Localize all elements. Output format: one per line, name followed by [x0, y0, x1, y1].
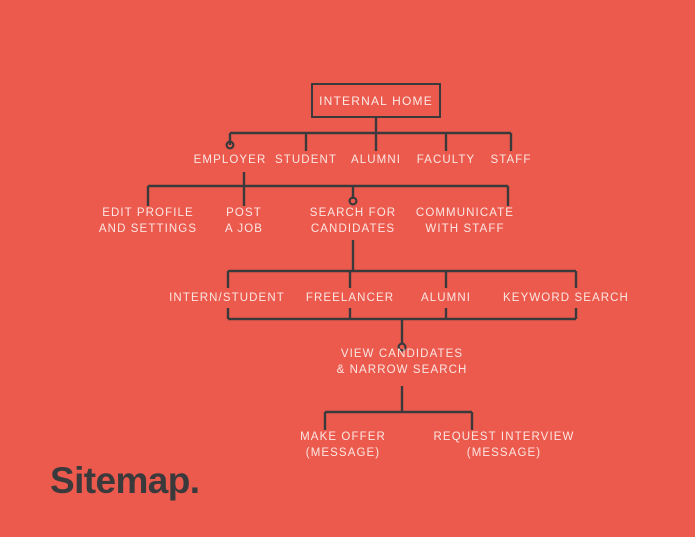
node-internal-home-label: INTERNAL HOME	[319, 93, 433, 108]
node-employer[interactable]: EMPLOYER	[194, 153, 267, 168]
node-intern-student[interactable]: INTERN/STUDENT	[169, 291, 285, 306]
page-title: Sitemap.	[50, 460, 200, 501]
marker-circle-search-candidates	[348, 196, 358, 206]
marker-circle-employer	[225, 140, 235, 150]
node-edit-profile-and-settings[interactable]: EDIT PROFILE AND SETTINGS	[99, 206, 197, 237]
node-freelancer[interactable]: FREELANCER	[306, 291, 394, 306]
sitemap-canvas: INTERNAL HOME EMPLOYER STUDENT ALUMNI FA…	[0, 0, 695, 537]
node-student[interactable]: STUDENT	[275, 153, 337, 168]
node-search-for-candidates[interactable]: SEARCH FOR CANDIDATES	[310, 206, 396, 237]
node-request-interview[interactable]: REQUEST INTERVIEW (MESSAGE)	[434, 430, 575, 461]
node-staff[interactable]: STAFF	[490, 153, 531, 168]
node-make-offer[interactable]: MAKE OFFER (MESSAGE)	[300, 430, 386, 461]
node-view-candidates-and-narrow-search[interactable]: VIEW CANDIDATES & NARROW SEARCH	[337, 347, 468, 378]
node-faculty[interactable]: FACULTY	[417, 153, 476, 168]
node-alumni[interactable]: ALUMNI	[351, 153, 401, 168]
node-internal-home[interactable]: INTERNAL HOME	[311, 83, 441, 118]
node-post-a-job[interactable]: POST A JOB	[225, 206, 263, 237]
node-communicate-with-staff[interactable]: COMMUNICATE WITH STAFF	[416, 206, 514, 237]
node-keyword-search[interactable]: KEYWORD SEARCH	[503, 291, 629, 306]
node-alumni-candidate[interactable]: ALUMNI	[421, 291, 471, 306]
